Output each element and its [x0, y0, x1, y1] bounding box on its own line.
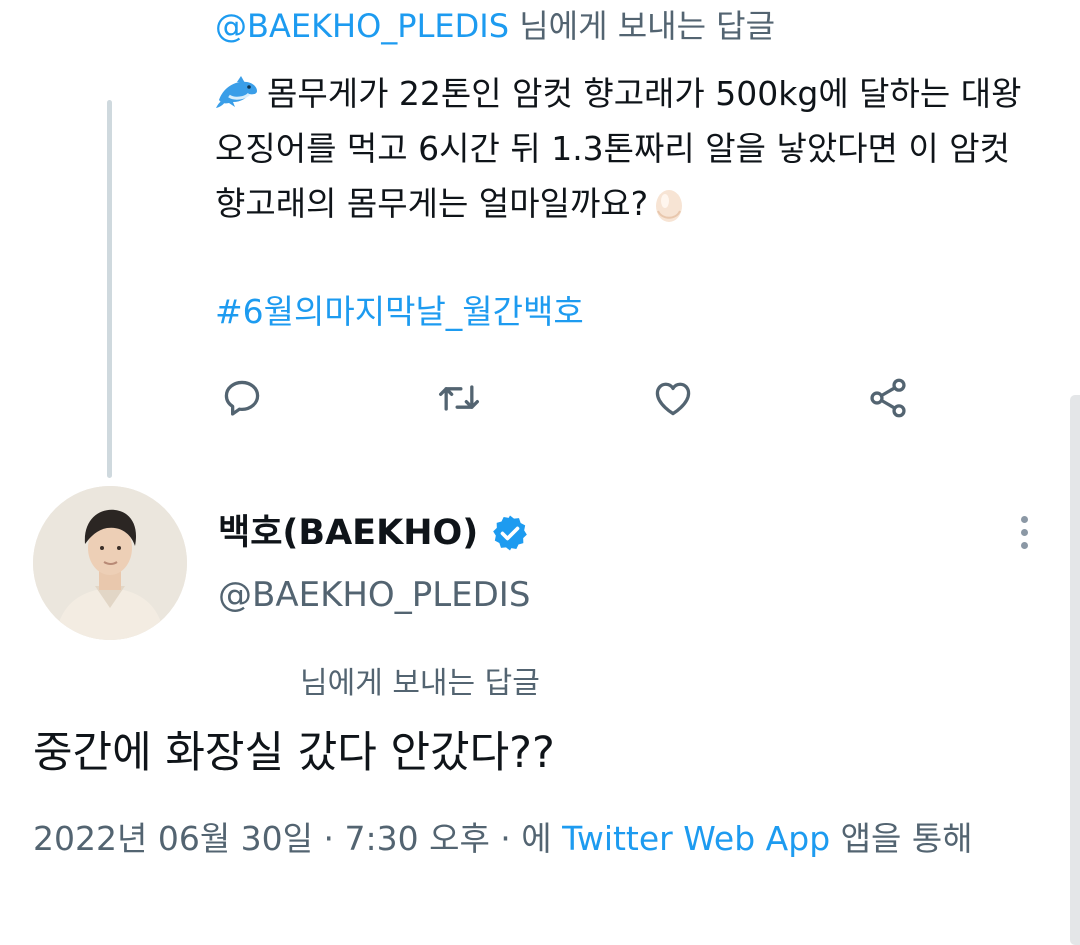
reply-to-label-main: 님에게 보내는 답글: [300, 666, 540, 701]
tweet-thread-page: @BAEKHO_PLEDIS 님에게 보내는 답글 몸무게가 22톤인 암컷 향…: [0, 0, 1080, 945]
avatar-image: [33, 486, 187, 640]
like-icon: [655, 382, 691, 416]
author-display-name[interactable]: 백호(BAEKHO): [218, 510, 530, 556]
tweet-timestamp[interactable]: 2022년 06월 30일 · 7:30 오후 · 에: [33, 819, 562, 858]
reply-to-label: 님에게 보내는 답글: [509, 7, 776, 45]
hashtag-link[interactable]: #6월의마지막날_월간백호: [215, 290, 584, 334]
more-dot-icon: [1020, 515, 1028, 523]
client-app-link[interactable]: Twitter Web App: [562, 819, 830, 858]
share-button[interactable]: [860, 370, 916, 426]
reply-to-handle-link[interactable]: @BAEKHO_PLEDIS: [215, 7, 509, 45]
avatar[interactable]: [33, 486, 187, 640]
retweet-icon: [439, 385, 479, 411]
more-dot-icon: [1020, 541, 1028, 549]
scrollbar[interactable]: [1070, 395, 1080, 945]
reply-icon: [224, 380, 260, 416]
retweet-button[interactable]: [431, 370, 487, 426]
like-button[interactable]: [645, 370, 701, 426]
tweet-metadata: 2022년 06월 30일 · 7:30 오후 · 에 Twitter Web …: [33, 812, 1033, 866]
tweet-actions-bar: [0, 370, 1080, 426]
reply-to-line: @BAEKHO_PLEDIS 님에게 보내는 답글: [215, 6, 775, 46]
main-tweet-text: 중간에 화장실 갔다 안갔다??: [33, 728, 555, 778]
dolphin-emoji-icon: [216, 76, 257, 108]
more-dot-icon: [1020, 528, 1028, 536]
parent-tweet-body: 몸무게가 22톤인 암컷 향고래가 500kg에 달하는 대왕오징어를 먹고 6…: [215, 74, 1022, 223]
parent-tweet-text: 몸무게가 22톤인 암컷 향고래가 500kg에 달하는 대왕오징어를 먹고 6…: [215, 66, 1035, 231]
reply-button[interactable]: [214, 370, 270, 426]
author-name-text: 백호(BAEKHO): [218, 513, 479, 553]
via-suffix: 앱을 통해: [830, 819, 973, 858]
more-options-button[interactable]: [1008, 510, 1040, 554]
egg-emoji-icon: [656, 190, 683, 222]
author-handle[interactable]: @BAEKHO_PLEDIS: [218, 573, 530, 617]
verified-badge-icon: [493, 515, 528, 551]
share-icon: [870, 378, 906, 418]
